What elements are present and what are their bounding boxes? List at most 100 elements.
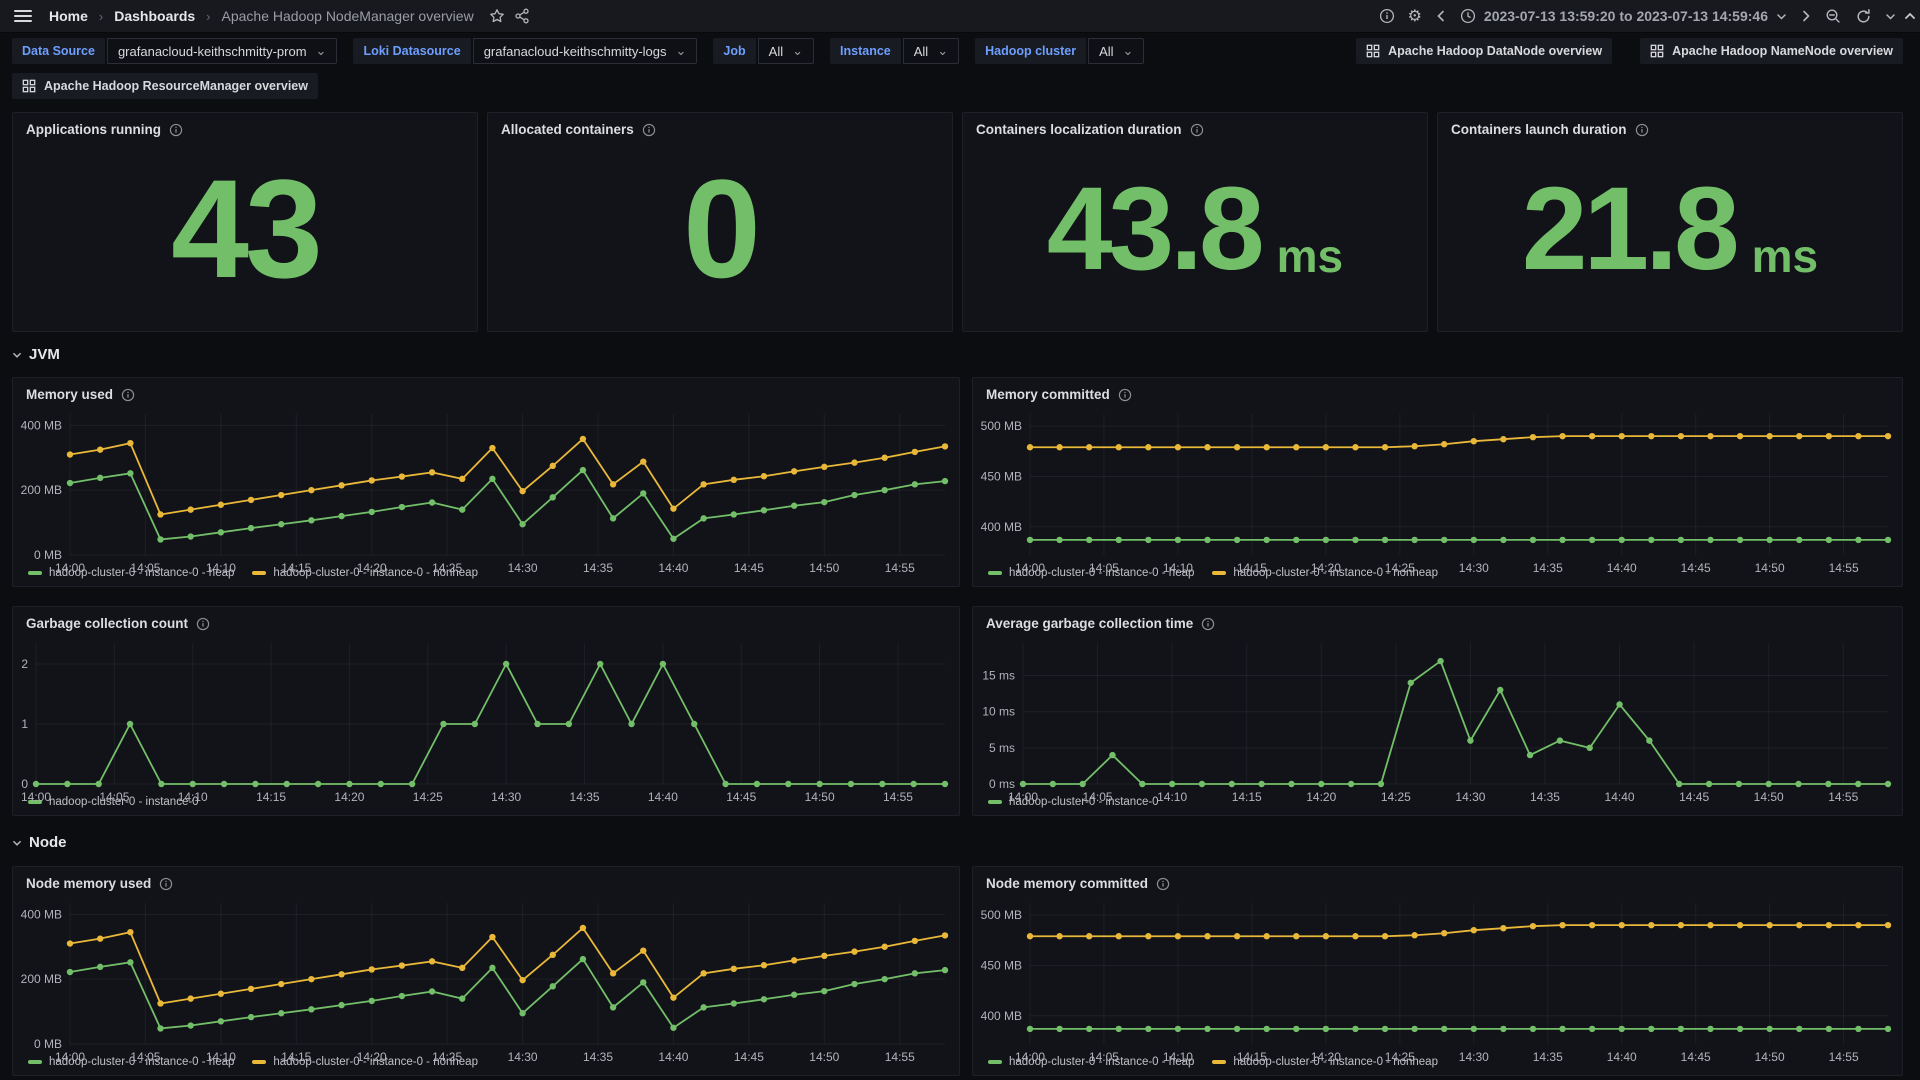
loki-datasource-filter-label[interactable]: Loki Datasource bbox=[353, 38, 471, 64]
svg-text:200 MB: 200 MB bbox=[21, 483, 62, 497]
chart-memory-committed[interactable]: 14:00 14:05 14:10 14:15 14:20 14:25 14:30 14:35… bbox=[973, 405, 1902, 575]
dashboard-info-icon[interactable] bbox=[1379, 8, 1395, 24]
section-jvm[interactable]: JVM bbox=[12, 346, 1908, 363]
svg-text:14:00: 14:00 bbox=[1015, 561, 1045, 575]
hadoop-cluster-filter-label[interactable]: Hadoop cluster bbox=[975, 38, 1087, 64]
chevron-down-icon: ⌄ bbox=[1122, 43, 1134, 58]
svg-text:14:15: 14:15 bbox=[1237, 1050, 1267, 1064]
job-filter-value[interactable]: All ⌄ bbox=[757, 38, 815, 64]
link-namenode-overview[interactable]: Apache Hadoop NameNode overview bbox=[1640, 38, 1903, 64]
svg-text:14:10: 14:10 bbox=[1163, 561, 1193, 575]
settings-gear-icon[interactable]: ⚙ bbox=[1408, 8, 1422, 24]
panel-title[interactable]: Garbage collection count bbox=[26, 616, 188, 631]
time-shift-back-icon[interactable] bbox=[1435, 10, 1447, 22]
chart-node-memory-used[interactable]: 14:00 14:05 14:10 14:15 14:20 14:25 14:30 14:35… bbox=[13, 894, 959, 1064]
panel-title[interactable]: Memory used bbox=[26, 387, 113, 402]
chart-garbage-collection-count[interactable]: 14:00 14:05 14:10 14:15 14:20 14:25 14:30 14:35… bbox=[13, 634, 959, 804]
svg-text:14:30: 14:30 bbox=[508, 1050, 538, 1064]
svg-text:14:55: 14:55 bbox=[885, 1050, 915, 1064]
apps-grid-icon bbox=[1366, 44, 1380, 58]
link-resourcemanager-overview[interactable]: Apache Hadoop ResourceManager overview bbox=[12, 73, 318, 99]
svg-text:14:45: 14:45 bbox=[1681, 561, 1711, 575]
chevron-up-icon[interactable] bbox=[1904, 9, 1916, 27]
time-range-picker[interactable]: 2023-07-13 13:59:20 to 2023-07-13 14:59:… bbox=[1460, 8, 1787, 24]
svg-text:14:15: 14:15 bbox=[281, 561, 311, 575]
chart-average-garbage-collection-time[interactable]: 14:00 14:05 14:10 14:15 14:20 14:25 14:30 14:35… bbox=[973, 634, 1902, 804]
link-label: Apache Hadoop NameNode overview bbox=[1672, 44, 1893, 58]
info-icon[interactable] bbox=[1156, 877, 1170, 891]
stat-value: 0 bbox=[488, 127, 952, 331]
menu-icon[interactable] bbox=[14, 10, 32, 22]
svg-text:14:30: 14:30 bbox=[1459, 561, 1489, 575]
breadcrumb-home[interactable]: Home bbox=[49, 8, 88, 24]
datasource-filter-value[interactable]: grafanacloud-keithschmitty-prom ⌄ bbox=[106, 38, 338, 64]
panel-title[interactable]: Average garbage collection time bbox=[986, 616, 1193, 631]
breadcrumb-separator: › bbox=[206, 8, 211, 24]
chart-memory-used[interactable]: 14:00 14:05 14:10 14:15 14:20 14:25 14:30 14:35… bbox=[13, 405, 959, 575]
job-filter: Job All ⌄ bbox=[713, 38, 815, 64]
jvm-memory-row: Memory used 14:00 14:05 14:10 14:15 14:20 14:… bbox=[12, 377, 1903, 587]
link-datanode-overview[interactable]: Apache Hadoop DataNode overview bbox=[1356, 38, 1613, 64]
svg-text:14:00: 14:00 bbox=[1015, 1050, 1045, 1064]
svg-text:14:45: 14:45 bbox=[734, 1050, 764, 1064]
panel-title[interactable]: Node memory committed bbox=[986, 876, 1148, 891]
time-range-text: 2023-07-13 13:59:20 to 2023-07-13 14:59:… bbox=[1483, 8, 1768, 24]
svg-text:14:25: 14:25 bbox=[1385, 1050, 1415, 1064]
svg-text:14:05: 14:05 bbox=[1089, 561, 1119, 575]
info-icon[interactable] bbox=[121, 388, 135, 402]
info-icon[interactable] bbox=[159, 877, 173, 891]
info-icon[interactable] bbox=[1118, 388, 1132, 402]
refresh-icon[interactable] bbox=[1855, 8, 1872, 25]
svg-text:500 MB: 500 MB bbox=[981, 908, 1022, 922]
chevron-down-icon bbox=[13, 840, 21, 846]
job-filter-label[interactable]: Job bbox=[713, 38, 756, 64]
link-label: Apache Hadoop DataNode overview bbox=[1388, 44, 1603, 58]
breadcrumb-separator: › bbox=[98, 8, 104, 24]
panel-title[interactable]: Node memory used bbox=[26, 876, 151, 891]
node-memory-row: Node memory used 14:00 14:05 14:10 14:15 14:… bbox=[12, 866, 1903, 1076]
svg-text:14:45: 14:45 bbox=[1681, 1050, 1711, 1064]
chevron-down-icon: ⌄ bbox=[315, 43, 327, 58]
svg-text:14:05: 14:05 bbox=[99, 790, 129, 804]
svg-text:14:35: 14:35 bbox=[1533, 1050, 1563, 1064]
stat-number: 0 bbox=[683, 150, 761, 307]
svg-text:14:25: 14:25 bbox=[1385, 561, 1415, 575]
svg-text:400 MB: 400 MB bbox=[21, 418, 62, 432]
svg-text:14:35: 14:35 bbox=[570, 790, 600, 804]
svg-text:14:50: 14:50 bbox=[809, 1050, 839, 1064]
refresh-interval-chevron-icon[interactable] bbox=[1885, 11, 1896, 22]
svg-text:14:55: 14:55 bbox=[1828, 790, 1858, 804]
links-row-2: Apache Hadoop ResourceManager overview bbox=[12, 73, 1903, 99]
svg-text:0: 0 bbox=[21, 777, 28, 791]
zoom-out-icon[interactable] bbox=[1825, 8, 1842, 25]
svg-text:14:10: 14:10 bbox=[1163, 1050, 1193, 1064]
info-icon[interactable] bbox=[196, 617, 210, 631]
chart-node-memory-committed[interactable]: 14:00 14:05 14:10 14:15 14:20 14:25 14:30 14:35… bbox=[973, 894, 1902, 1064]
svg-text:14:15: 14:15 bbox=[256, 790, 286, 804]
panel-title[interactable]: Memory committed bbox=[986, 387, 1110, 402]
svg-text:14:40: 14:40 bbox=[648, 790, 678, 804]
scrollbar[interactable] bbox=[1902, 0, 1920, 1080]
loki-datasource-filter-value[interactable]: grafanacloud-keithschmitty-logs ⌄ bbox=[472, 38, 698, 64]
breadcrumb-dashboards[interactable]: Dashboards bbox=[114, 8, 195, 24]
stat-value: 43 bbox=[13, 127, 477, 331]
svg-text:14:55: 14:55 bbox=[1829, 561, 1859, 575]
chevron-down-icon: ⌄ bbox=[937, 43, 949, 58]
star-icon[interactable] bbox=[489, 8, 505, 24]
svg-text:400 MB: 400 MB bbox=[21, 907, 62, 921]
svg-text:14:00: 14:00 bbox=[55, 1050, 85, 1064]
hadoop-cluster-filter-value[interactable]: All ⌄ bbox=[1088, 38, 1145, 64]
breadcrumb-current-dashboard: Apache Hadoop NodeManager overview bbox=[221, 8, 474, 24]
share-icon[interactable] bbox=[514, 8, 530, 24]
svg-text:14:40: 14:40 bbox=[1605, 790, 1635, 804]
instance-filter-label[interactable]: Instance bbox=[830, 38, 901, 64]
svg-text:14:45: 14:45 bbox=[726, 790, 756, 804]
datasource-filter-label[interactable]: Data Source bbox=[12, 38, 105, 64]
panel-memory-used: Memory used 14:00 14:05 14:10 14:15 14:20 14:… bbox=[12, 377, 960, 587]
svg-text:14:40: 14:40 bbox=[658, 561, 688, 575]
time-shift-forward-icon[interactable] bbox=[1800, 10, 1812, 22]
instance-filter-value[interactable]: All ⌄ bbox=[902, 38, 960, 64]
section-node[interactable]: Node bbox=[12, 834, 1908, 851]
svg-text:14:20: 14:20 bbox=[357, 1050, 387, 1064]
info-icon[interactable] bbox=[1201, 617, 1215, 631]
